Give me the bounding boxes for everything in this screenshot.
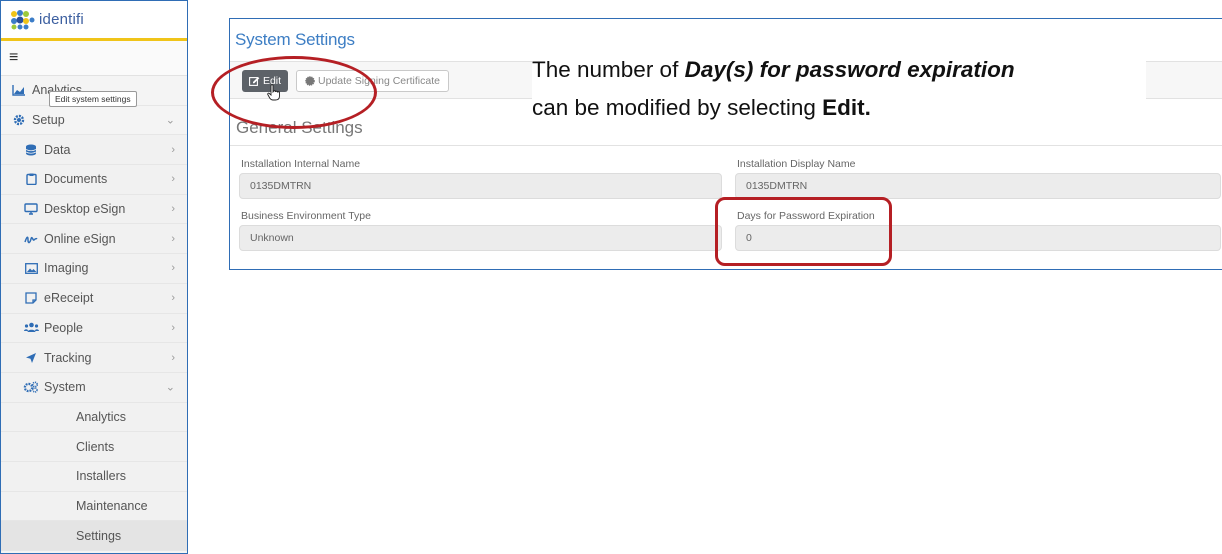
chevron-down-icon: ⌄ (165, 381, 175, 394)
sidebar-item-people[interactable]: People › (1, 313, 187, 344)
display-name-label: Installation Display Name (737, 158, 856, 170)
callout-line-1-text: The number of (532, 57, 685, 82)
signature-icon (23, 233, 39, 245)
sidebar-item-data[interactable]: Data › (1, 135, 187, 166)
database-icon (23, 144, 39, 156)
location-arrow-icon (23, 352, 39, 364)
chevron-right-icon: › (171, 232, 175, 245)
sidebar-item-system[interactable]: System ⌄ (1, 372, 187, 403)
sidebar-item-label: System (44, 380, 86, 395)
password-expiration-field[interactable]: 0 (735, 225, 1221, 251)
sidebar-item-label: Desktop eSign (44, 202, 126, 217)
monitor-icon (23, 203, 39, 215)
sidebar-item-imaging[interactable]: Imaging › (1, 254, 187, 284)
sidebar-item-ereceipt[interactable]: eReceipt › (1, 283, 187, 314)
hamburger-icon: ≡ (9, 49, 19, 66)
hand-cursor-icon (267, 84, 280, 101)
users-icon (23, 322, 39, 333)
sidebar-item-label: Setup (32, 113, 65, 128)
sidebar-item-label: Data (44, 142, 71, 157)
password-expiration-label: Days for Password Expiration (737, 210, 875, 222)
section-divider (230, 145, 1222, 146)
instruction-callout: The number of Day(s) for password expira… (532, 53, 1146, 131)
sidebar-subitem-analytics[interactable]: Analytics (1, 402, 187, 433)
logo-text: identifi (39, 11, 84, 28)
area-chart-icon (11, 84, 27, 97)
sidebar-item-documents[interactable]: Documents › (1, 165, 187, 195)
sidebar-item-label: People (44, 320, 83, 335)
sidebar-subitem-settings[interactable]: Settings (1, 521, 187, 551)
edit-icon (249, 77, 260, 86)
sidebar-subitem-clients[interactable]: Clients (1, 432, 187, 462)
sidebar-item-tracking[interactable]: Tracking › (1, 343, 187, 373)
chevron-right-icon: › (171, 321, 175, 334)
chevron-right-icon: › (171, 292, 175, 305)
chevron-right-icon: › (171, 203, 175, 216)
chevron-right-icon: › (171, 143, 175, 156)
sidebar-subitem-maintenance[interactable]: Maintenance (1, 491, 187, 522)
sidebar-item-label: Online eSign (44, 231, 116, 246)
sidebar-item-label: Tracking (44, 350, 92, 365)
business-env-field[interactable]: Unknown (239, 225, 722, 251)
sidebar-item-label: Maintenance (76, 498, 148, 513)
gear-icon (11, 114, 27, 126)
sidebar-subitem-installers[interactable]: Installers (1, 461, 187, 492)
update-signing-certificate-button[interactable]: Update Signing Certificate (296, 70, 449, 92)
sidebar-item-label: Documents (44, 172, 108, 187)
cogs-icon (23, 381, 39, 393)
chevron-down-icon: ⌄ (165, 114, 175, 127)
menu-toggle-button[interactable]: ≡ (1, 41, 187, 76)
sidebar-item-desktop-esign[interactable]: Desktop eSign › (1, 194, 187, 225)
sidebar-item-label: Analytics (76, 409, 127, 424)
sidebar: identifi ≡ Analytics Setup ⌄ Data › Docu… (0, 0, 188, 554)
chevron-right-icon: › (171, 173, 175, 186)
business-env-label: Business Environment Type (241, 210, 371, 222)
callout-line-2-emphasis: Edit. (822, 95, 871, 120)
certificate-icon (305, 76, 315, 86)
sidebar-item-label: Imaging (44, 261, 89, 276)
clipboard-icon (23, 173, 39, 186)
receipt-icon (23, 292, 39, 304)
edit-tooltip: Edit system settings (49, 91, 137, 107)
internal-name-label: Installation Internal Name (241, 158, 361, 170)
section-title: General Settings (236, 118, 363, 137)
callout-line-2: can be modified by selecting Edit. (532, 95, 871, 121)
sidebar-item-label: eReceipt (44, 291, 94, 306)
sidebar-item-setup[interactable]: Setup ⌄ (1, 106, 187, 136)
edit-button[interactable]: Edit (242, 70, 288, 92)
display-name-field[interactable]: 0135DMTRN (735, 173, 1221, 199)
page-title: System Settings (235, 30, 355, 49)
identifi-logo-icon (11, 9, 35, 29)
sidebar-item-label: Installers (76, 469, 127, 484)
internal-name-field[interactable]: 0135DMTRN (239, 173, 722, 199)
update-cert-label: Update Signing Certificate (318, 75, 440, 87)
chevron-right-icon: › (171, 262, 175, 275)
logo-bar: identifi (1, 1, 187, 41)
callout-line-2-text: can be modified by selecting (532, 95, 823, 120)
image-icon (23, 263, 39, 274)
callout-line-1-emphasis: Day(s) for password expiration (684, 57, 1015, 82)
callout-line-1: The number of Day(s) for password expira… (532, 57, 1015, 83)
chevron-right-icon: › (171, 351, 175, 364)
sidebar-item-label: Clients (76, 439, 115, 454)
sidebar-item-label: Settings (76, 528, 122, 543)
sidebar-item-online-esign[interactable]: Online eSign › (1, 224, 187, 255)
